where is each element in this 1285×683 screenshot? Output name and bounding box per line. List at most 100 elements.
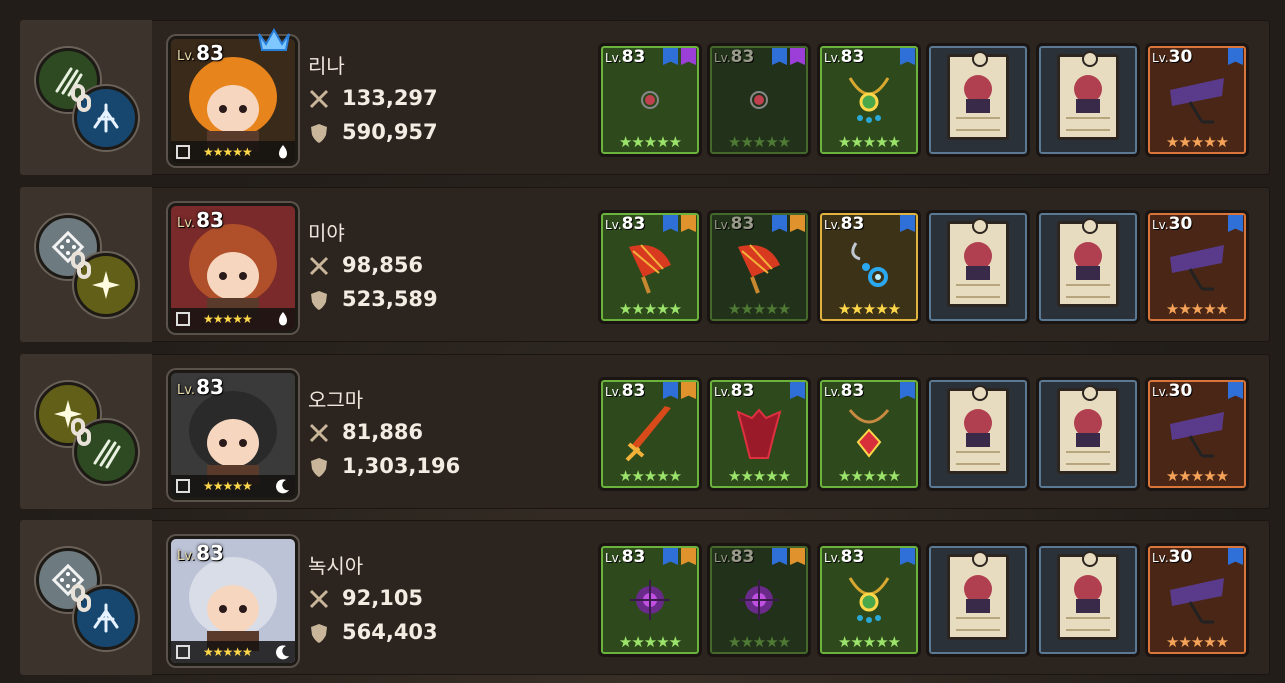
hero-name: 리나 [308,54,345,78]
ring-icon [619,70,681,128]
slot-star-rating: ★★★★★ [618,633,682,651]
hero-portrait[interactable]: Lv.83 ★★★★★ [168,370,298,500]
necklace-icon [838,570,900,628]
slot-level: Lv.30 [1152,547,1192,567]
equipment-slot[interactable]: Lv.83 ★★★★★ [817,43,921,157]
card-icon [1057,218,1119,307]
level-prefix: Lv. [605,218,622,232]
equipment-slot[interactable]: Lv.30 ★★★★★ [1145,543,1249,657]
equipment-slot[interactable] [926,210,1030,324]
hero-portrait[interactable]: Lv.83 ★★★★★ [168,203,298,333]
level-value: 83 [196,41,224,65]
earring-icon [838,237,900,295]
equipment-slot[interactable] [1036,210,1140,324]
blue-badge-icon [900,215,915,232]
defense-stat: 1,303,196 [308,454,460,478]
blue-badge-icon [900,48,915,65]
chain-link-icon [70,584,92,612]
equipment-slot[interactable] [1036,377,1140,491]
synergy-chain[interactable] [36,382,138,484]
card-icon [947,385,1009,474]
slot-level: Lv.83 [605,381,645,401]
chain-link-icon [70,418,92,446]
slot-star-rating: ★★★★★ [837,467,901,485]
slot-star-rating: ★★★★★ [1165,633,1229,651]
costume-icon [1166,237,1228,295]
equipment-slot[interactable]: Lv.83 ★★★★★ [817,543,921,657]
synergy-chain[interactable] [36,48,138,150]
moon-element-icon [275,644,291,660]
chain-link-icon [70,84,92,112]
equipment-slot[interactable]: Lv.83 ★★★★★ [598,210,702,324]
hero-row[interactable]: Lv.83 ★★★★★ 녹시아 92,105 564,403 Lv.83 ★★★★★ Lv.8… [20,520,1270,675]
equipment-slot[interactable]: Lv.83 ★★★★★ [707,377,811,491]
level-value: 83 [196,375,224,399]
level-value: 83 [621,547,646,567]
equipment-slot[interactable]: Lv.83 ★★★★★ [707,543,811,657]
equipment-slot[interactable] [1036,543,1140,657]
ring-icon [728,70,790,128]
slot-level: Lv.83 [824,47,864,67]
slot-level: Lv.83 [824,381,864,401]
hero-name: 녹시아 [308,554,364,578]
synergy-chain[interactable] [36,548,138,650]
equipment-slot[interactable] [926,377,1030,491]
level-prefix: Lv. [605,551,622,565]
card-icon [947,51,1009,140]
level-prefix: Lv. [177,383,196,398]
orange-badge-icon [681,548,696,565]
equipment-slot[interactable]: Lv.30 ★★★★★ [1145,43,1249,157]
chain-link-icon [70,251,92,279]
equipment-slot[interactable]: Lv.83 ★★★★★ [598,43,702,157]
hero-row[interactable]: Lv.83 ★★★★★ 오그마 81,886 1,303,196 Lv.83 ★★★★★ Lv… [20,354,1270,509]
hero-row[interactable]: Lv.83 ★★★★★ 미야 98,856 523,589 Lv.83 ★★★★★ Lv.83… [20,187,1270,342]
slot-level: Lv.83 [714,381,754,401]
level-prefix: Lv. [177,216,196,231]
level-prefix: Lv. [714,385,731,399]
chain-panel [20,520,152,675]
level-value: 30 [1168,381,1193,401]
level-prefix: Lv. [824,385,841,399]
level-value: 83 [196,541,224,565]
attack-stat-value: 81,886 [342,420,424,444]
level-value: 83 [730,381,755,401]
orb-icon [619,570,681,628]
hero-portrait[interactable]: Lv.83 ★★★★★ [168,536,298,666]
equipment-slot[interactable]: Lv.83 ★★★★★ [817,377,921,491]
equipment-slot[interactable]: Lv.83 ★★★★★ [598,377,702,491]
level-prefix: Lv. [824,551,841,565]
equipment-slot[interactable]: Lv.83 ★★★★★ [707,43,811,157]
level-value: 30 [1168,47,1193,67]
slot-star-rating: ★★★★★ [837,300,901,318]
level-value: 83 [840,47,865,67]
slot-level: Lv.83 [714,214,754,234]
slot-level: Lv.83 [714,547,754,567]
hero-row[interactable]: Lv.83 ★★★★★ 리나 133,297 590,957 Lv.83 ★★★★★ Lv.8… [20,20,1270,175]
blue-badge-icon [663,548,678,565]
blue-badge-icon [772,215,787,232]
costume-icon [1166,404,1228,462]
equipment-slot[interactable] [1036,43,1140,157]
slot-level: Lv.83 [714,47,754,67]
equipment-slot[interactable]: Lv.83 ★★★★★ [598,543,702,657]
equipment-slot[interactable]: Lv.83 ★★★★★ [707,210,811,324]
equipment-slot[interactable] [926,43,1030,157]
blue-badge-icon [900,382,915,399]
slot-level: Lv.83 [824,214,864,234]
attack-stat: 133,297 [308,86,438,110]
card-icon [1057,385,1119,474]
level-value: 83 [621,381,646,401]
purple-badge-icon [790,48,805,65]
equipment-slot[interactable]: Lv.30 ★★★★★ [1145,377,1249,491]
level-value: 83 [196,208,224,232]
level-value: 83 [621,214,646,234]
sword-icon [619,404,681,462]
purple-badge-icon [681,48,696,65]
card-icon [1057,51,1119,140]
blue-badge-icon [663,382,678,399]
equipment-slot[interactable] [926,543,1030,657]
equipment-slot[interactable]: Lv.30 ★★★★★ [1145,210,1249,324]
orange-badge-icon [681,382,696,399]
synergy-chain[interactable] [36,215,138,317]
equipment-slot[interactable]: Lv.83 ★★★★★ [817,210,921,324]
